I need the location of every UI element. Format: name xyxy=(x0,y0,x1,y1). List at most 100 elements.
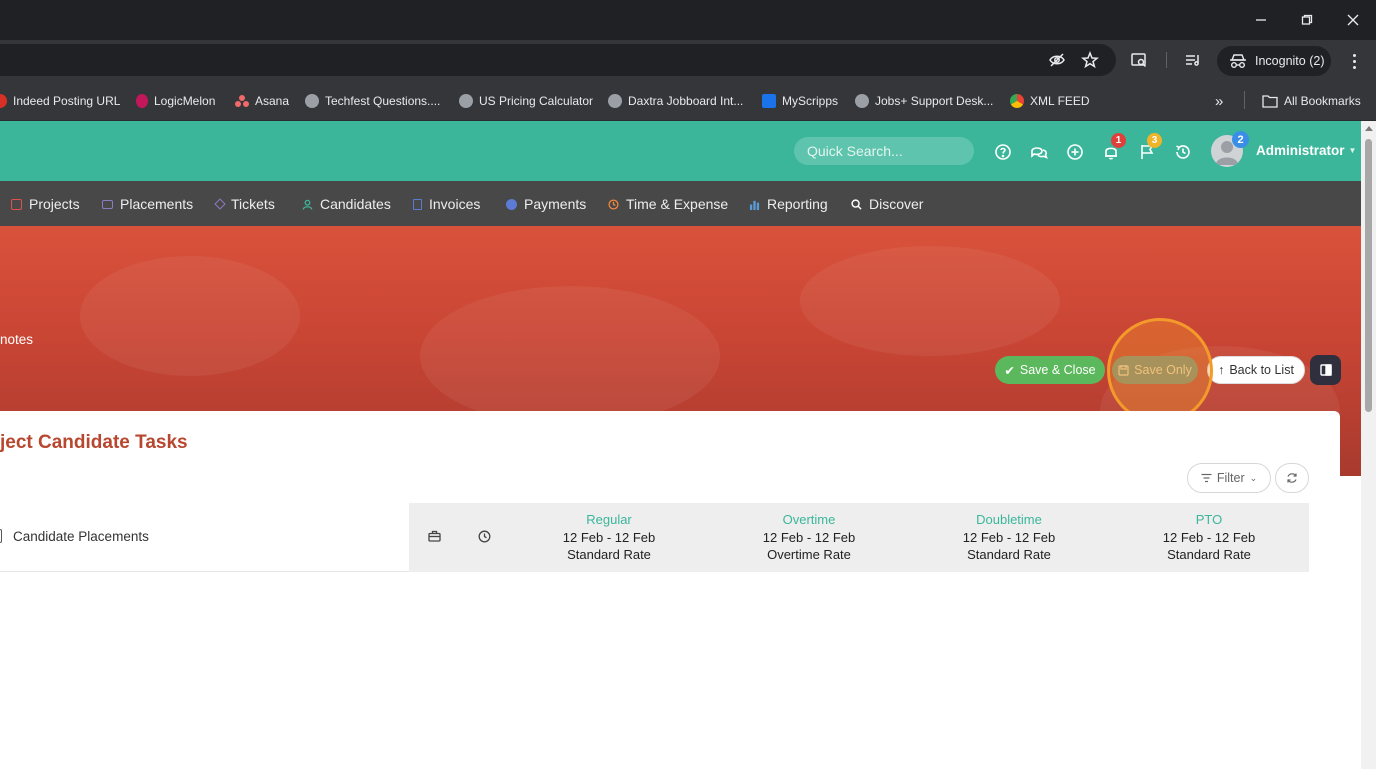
bar-chart-icon xyxy=(749,200,760,210)
notification-bell-icon[interactable]: 1 xyxy=(1102,133,1126,161)
close-window-button[interactable] xyxy=(1341,8,1365,32)
globe-icon xyxy=(459,94,473,108)
incognito-label: Incognito (2) xyxy=(1255,54,1325,68)
history-icon[interactable] xyxy=(1174,143,1192,161)
avatar-badge: 2 xyxy=(1232,131,1249,148)
content-card: ject Candidate Tasks Filter ⌄ Candidate … xyxy=(0,411,1340,769)
incognito-icon xyxy=(1230,54,1246,68)
quick-search-input[interactable] xyxy=(794,137,974,165)
chevron-down-icon: ⌄ xyxy=(1249,472,1258,483)
clock-icon xyxy=(608,198,619,210)
app-header: 1 3 Administrator ▼ xyxy=(0,121,1361,181)
nav-candidates[interactable]: Candidates xyxy=(302,195,391,213)
rate-column-pto: PTO 12 Feb - 12 Feb Standard Rate xyxy=(1162,512,1256,562)
media-control-icon[interactable] xyxy=(1184,51,1202,69)
bookmarks-separator xyxy=(1244,91,1245,109)
user-icon xyxy=(302,199,313,210)
table-header-rates: Regular 12 Feb - 12 Feb Standard Rate Ov… xyxy=(409,503,1309,572)
bookmark-techfest[interactable]: Techfest Questions.... xyxy=(305,92,440,110)
floppy-disk-icon xyxy=(1118,364,1129,376)
bookmark-jobs-support[interactable]: Jobs+ Support Desk... xyxy=(855,92,993,110)
back-to-list-button[interactable]: ↑ Back to List xyxy=(1207,356,1305,384)
candidate-placements-label: Candidate Placements xyxy=(13,529,149,544)
folder-icon xyxy=(1262,95,1278,108)
restore-button[interactable] xyxy=(1295,8,1319,32)
refresh-button[interactable] xyxy=(1275,463,1309,493)
bookmark-asana[interactable]: Asana xyxy=(235,92,289,110)
bookmark-daxtra[interactable]: Daxtra Jobboard Int... xyxy=(608,92,743,110)
asana-favicon-icon xyxy=(235,94,249,108)
globe-icon xyxy=(855,94,869,108)
bookmark-us-pricing[interactable]: US Pricing Calculator xyxy=(459,92,593,110)
scroll-up-arrow-icon[interactable] xyxy=(1365,126,1373,131)
browser-menu-button[interactable] xyxy=(1345,52,1363,70)
rate-column-doubletime: Doubletime 12 Feb - 12 Feb Standard Rate xyxy=(962,512,1056,562)
minimize-button[interactable] xyxy=(1249,8,1273,32)
check-icon: ✔ xyxy=(1004,363,1015,378)
main-nav: Projects Placements Tickets Candidates I… xyxy=(0,181,1361,226)
refresh-icon xyxy=(1287,473,1297,483)
search-icon xyxy=(851,198,862,210)
flag-count-badge: 3 xyxy=(1147,133,1162,148)
incognito-indicator[interactable]: Incognito (2) xyxy=(1217,46,1331,76)
sidebar-panel-icon xyxy=(1319,364,1332,376)
bookmark-xml-feed[interactable]: XML FEED xyxy=(1010,92,1090,110)
filter-lines-icon xyxy=(1201,473,1212,483)
toolbar-separator xyxy=(1166,52,1167,68)
clock-icon xyxy=(477,529,491,543)
nav-time-expense[interactable]: Time & Expense xyxy=(608,195,728,213)
eye-off-icon[interactable] xyxy=(1048,51,1066,69)
restore-icon xyxy=(1301,14,1313,25)
user-name: Administrator xyxy=(1256,143,1345,158)
select-all-checkbox[interactable] xyxy=(0,529,2,543)
tab-search-icon[interactable] xyxy=(1130,51,1148,69)
nav-reporting[interactable]: Reporting xyxy=(749,195,828,213)
rate-column-overtime: Overtime 12 Feb - 12 Feb Overtime Rate xyxy=(762,512,856,562)
close-icon xyxy=(1347,14,1359,26)
chat-icon[interactable] xyxy=(1030,143,1048,161)
bookmarks-bar: Indeed Posting URL LogicMelon Asana Tech… xyxy=(0,80,1376,121)
chrome-favicon-icon xyxy=(1010,94,1024,108)
double-chevron-right-icon: » xyxy=(1215,92,1224,110)
bookmark-myscripps[interactable]: MyScripps xyxy=(762,92,838,110)
myscripps-favicon-icon xyxy=(762,94,776,108)
all-bookmarks-button[interactable]: All Bookmarks xyxy=(1262,92,1361,110)
hero-label: notes xyxy=(0,332,34,347)
nav-tickets[interactable]: Tickets xyxy=(214,195,275,213)
table-header-left: Candidate Placements xyxy=(0,503,409,572)
logicmelon-favicon-icon xyxy=(136,94,148,108)
address-bar[interactable] xyxy=(0,44,1116,76)
nav-projects[interactable]: Projects xyxy=(11,195,80,213)
nav-payments[interactable]: Payments xyxy=(506,195,586,213)
user-menu[interactable]: Administrator ▼ xyxy=(1256,143,1356,158)
rate-column-regular: Regular 12 Feb - 12 Feb Standard Rate xyxy=(562,512,656,562)
bookmark-indeed[interactable]: Indeed Posting URL xyxy=(0,92,120,110)
minimize-icon xyxy=(1256,19,1266,21)
bookmark-logicmelon[interactable]: LogicMelon xyxy=(136,92,215,110)
nav-discover[interactable]: Discover xyxy=(851,195,923,213)
briefcase-icon xyxy=(102,199,113,209)
bookmarks-overflow-button[interactable]: » xyxy=(1215,92,1223,110)
page-title: ject Candidate Tasks xyxy=(0,432,188,453)
project-icon xyxy=(11,198,22,210)
payment-icon xyxy=(506,198,517,210)
nav-placements[interactable]: Placements xyxy=(102,195,193,213)
page-scrollbar[interactable] xyxy=(1361,121,1376,769)
notification-count-badge: 1 xyxy=(1111,133,1126,148)
invoice-icon xyxy=(413,198,422,210)
globe-icon xyxy=(305,94,319,108)
arrow-up-icon: ↑ xyxy=(1218,363,1225,377)
save-only-button[interactable]: Save Only xyxy=(1112,356,1198,384)
save-close-button[interactable]: ✔ Save & Close xyxy=(995,356,1105,384)
scrollbar-thumb[interactable] xyxy=(1365,139,1372,412)
flag-icon[interactable]: 3 xyxy=(1138,133,1162,161)
star-icon[interactable] xyxy=(1081,51,1099,69)
window-titlebar xyxy=(0,0,1376,40)
browser-toolbar: Incognito (2) xyxy=(0,40,1376,80)
add-circle-icon[interactable] xyxy=(1066,143,1084,161)
filter-button[interactable]: Filter ⌄ xyxy=(1187,463,1271,493)
nav-invoices[interactable]: Invoices xyxy=(413,195,480,213)
help-icon[interactable] xyxy=(994,143,1012,161)
briefcase-icon xyxy=(427,529,441,543)
toggle-panel-button[interactable] xyxy=(1310,355,1341,385)
